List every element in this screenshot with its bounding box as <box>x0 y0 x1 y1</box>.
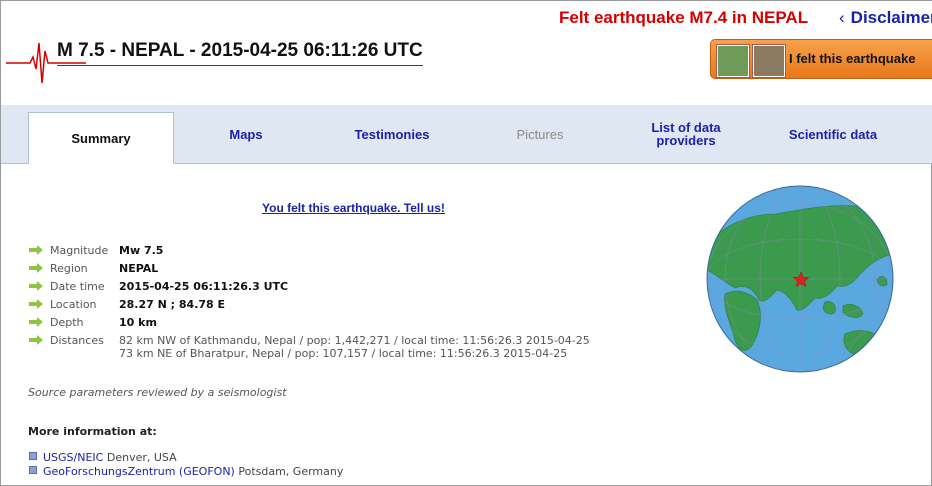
param-label: Magnitude <box>50 244 109 257</box>
green-arrow-icon <box>29 263 43 273</box>
list-item: USGS/NEIC Denver, USA <box>29 451 343 465</box>
param-label: Region <box>50 262 88 275</box>
more-info-heading: More information at: <box>28 425 157 438</box>
tab-bar: Summary Maps Testimonies Pictures List o… <box>1 105 932 164</box>
usgs-link[interactable]: USGS/NEIC <box>43 451 103 464</box>
param-label: Distances <box>50 334 104 347</box>
damage-photo-icon <box>753 45 785 77</box>
disclaimer-link[interactable]: ‹ Disclaimer <box>839 8 932 28</box>
param-label: Location <box>50 298 97 311</box>
distances-values: 82 km NW of Kathmandu, Nepal / pop: 1,44… <box>119 334 590 360</box>
param-value: NEPAL <box>119 262 159 275</box>
more-info-links: USGS/NEIC Denver, USA GeoForschungsZentr… <box>29 451 343 479</box>
tab-data-providers[interactable]: List of data providers <box>631 105 741 163</box>
felt-earthquake-title[interactable]: Felt earthquake M7.4 in NEPAL <box>559 8 808 28</box>
param-value: Mw 7.5 <box>119 244 164 257</box>
tab-summary[interactable]: Summary <box>28 112 174 164</box>
param-label: Date time <box>50 280 105 293</box>
link-place: Denver, USA <box>106 451 177 464</box>
bullet-icon <box>29 452 37 460</box>
bullet-icon <box>29 466 37 474</box>
green-arrow-icon <box>29 299 43 309</box>
param-value: 10 km <box>119 316 157 329</box>
distance-line: 73 km NE of Bharatpur, Nepal / pop: 107,… <box>119 347 568 360</box>
top-banner: Felt earthquake M7.4 in NEPAL ‹ Disclaime… <box>1 1 932 105</box>
param-value: 28.27 N ; 84.78 E <box>119 298 226 311</box>
distance-line: 82 km NW of Kathmandu, Nepal / pop: 1,44… <box>119 334 590 347</box>
param-value: 2015-04-25 06:11:26.3 UTC <box>119 280 289 293</box>
param-label: Depth <box>50 316 84 329</box>
page-title: M 7.5 - NEPAL - 2015-04-25 06:11:26 UTC <box>57 40 423 66</box>
tab-testimonies[interactable]: Testimonies <box>336 105 448 163</box>
tab-maps[interactable]: Maps <box>196 105 296 163</box>
disclaimer-label[interactable]: Disclaimer <box>851 8 932 27</box>
chevron-left-icon: ‹ <box>839 8 845 27</box>
geofon-link[interactable]: GeoForschungsZentrum (GEOFON) <box>43 465 235 478</box>
list-item: GeoForschungsZentrum (GEOFON) Potsdam, G… <box>29 465 343 479</box>
tab-scientific-data[interactable]: Scientific data <box>771 105 895 163</box>
green-arrow-icon <box>29 281 43 291</box>
i-felt-earthquake-button[interactable]: I felt this earthquake <box>710 39 932 79</box>
green-arrow-icon <box>29 317 43 327</box>
green-arrow-icon <box>29 245 43 255</box>
tell-us-link[interactable]: You felt this earthquake. Tell us! <box>262 201 445 215</box>
testimony-photo-icon <box>717 45 749 77</box>
green-arrow-icon <box>29 335 43 345</box>
globe-map-icon <box>706 185 894 373</box>
link-place: Potsdam, Germany <box>238 465 344 478</box>
felt-button-label[interactable]: I felt this earthquake <box>789 51 915 66</box>
tab-pictures[interactable]: Pictures <box>491 105 589 163</box>
source-note: Source parameters reviewed by a seismolo… <box>28 386 287 399</box>
